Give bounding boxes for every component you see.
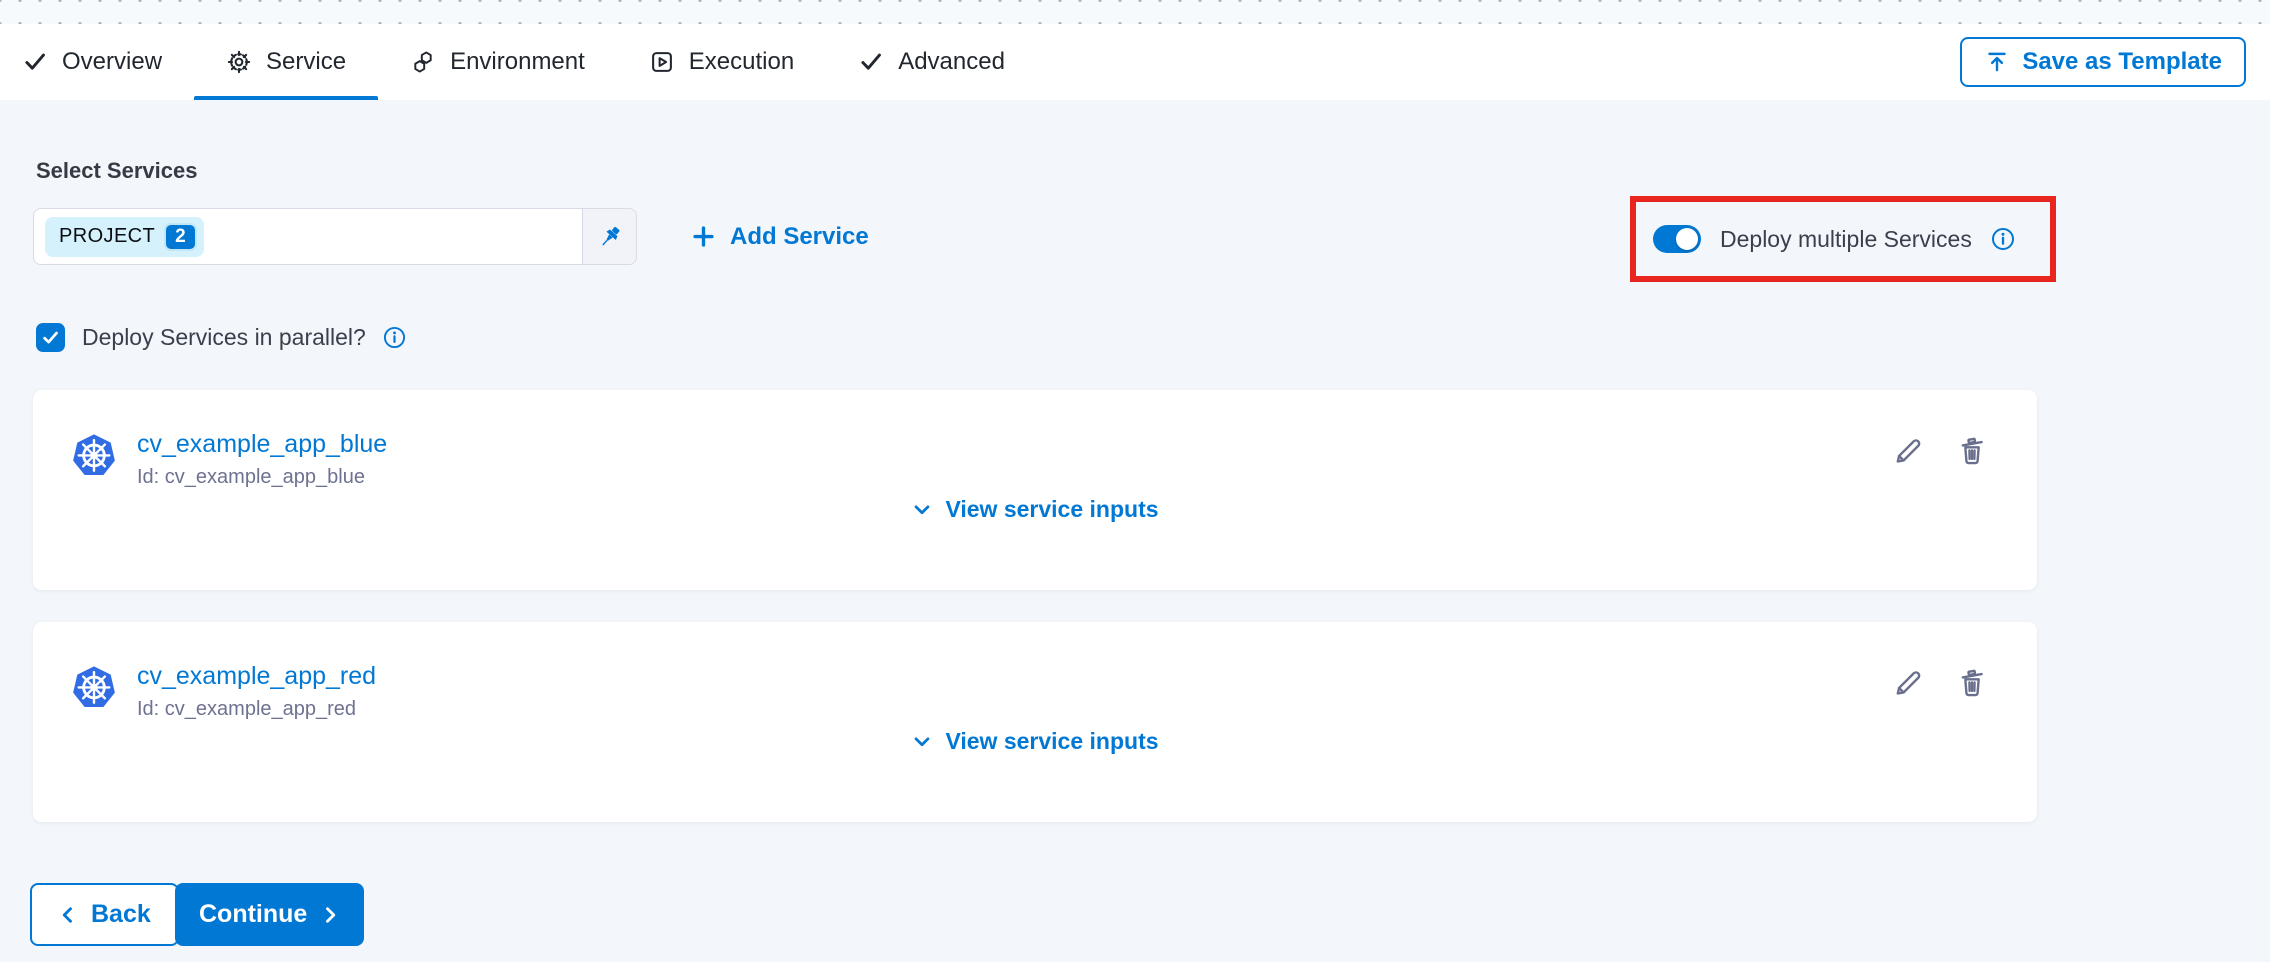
stage-tabbar: Overview Service Environment (0, 24, 2270, 100)
project-chip-label: PROJECT (59, 225, 155, 248)
kubernetes-icon (71, 432, 117, 480)
back-button[interactable]: Back (30, 883, 179, 946)
service-card-actions (1891, 434, 1989, 468)
panel-bottom-edge (0, 962, 2270, 974)
add-service-label: Add Service (730, 223, 869, 251)
deploy-parallel-checkbox[interactable] (36, 323, 65, 352)
view-service-inputs-toggle[interactable]: View service inputs (33, 728, 2037, 755)
chevron-down-icon (911, 499, 933, 521)
chevron-left-icon (58, 905, 78, 925)
delete-icon[interactable] (1955, 666, 1989, 700)
edit-icon[interactable] (1891, 434, 1925, 468)
chevron-right-icon (320, 905, 340, 925)
check-icon (858, 49, 884, 75)
pin-icon (596, 223, 624, 251)
pin-selection-button[interactable] (582, 209, 636, 264)
selected-services-chips: PROJECT 2 (34, 217, 582, 257)
save-as-template-label: Save as Template (2022, 48, 2222, 76)
add-service-button[interactable]: Add Service (690, 208, 869, 265)
info-icon[interactable] (1991, 227, 2015, 251)
service-id-text: Id: cv_example_app_red (137, 698, 376, 721)
chevron-down-icon (911, 731, 933, 753)
tab-overview[interactable]: Overview (22, 24, 194, 100)
services-multiselect-input[interactable]: PROJECT 2 (33, 208, 637, 265)
tab-service[interactable]: Service (194, 24, 378, 100)
deploy-parallel-label: Deploy Services in parallel? (82, 324, 366, 351)
continue-button[interactable]: Continue (175, 883, 364, 946)
pipeline-canvas-strip (0, 0, 2270, 24)
deploy-parallel-row: Deploy Services in parallel? (36, 320, 406, 354)
edit-icon[interactable] (1891, 666, 1925, 700)
service-name-link[interactable]: cv_example_app_red (137, 662, 376, 691)
service-name-link[interactable]: cv_example_app_blue (137, 430, 387, 459)
tab-label: Advanced (898, 48, 1005, 76)
plus-icon (690, 223, 717, 250)
tab-advanced[interactable]: Advanced (826, 24, 1037, 100)
tab-execution[interactable]: Execution (617, 24, 826, 100)
deploy-multiple-services-highlight: Deploy multiple Services (1630, 196, 2056, 282)
select-services-label: Select Services (36, 158, 197, 184)
service-card: cv_example_app_blue Id: cv_example_app_b… (33, 390, 2037, 590)
project-chip-count-badge: 2 (164, 223, 197, 251)
service-card: cv_example_app_red Id: cv_example_app_re… (33, 622, 2037, 822)
upload-icon (1984, 49, 2010, 75)
gear-icon (226, 49, 252, 75)
service-tab-page: Overview Service Environment (0, 0, 2270, 974)
view-service-inputs-label: View service inputs (945, 728, 1158, 755)
play-square-icon (649, 49, 675, 75)
project-chip[interactable]: PROJECT 2 (45, 217, 204, 257)
service-name-block: cv_example_app_blue Id: cv_example_app_b… (137, 430, 387, 489)
info-icon[interactable] (383, 326, 406, 349)
delete-icon[interactable] (1955, 434, 1989, 468)
tab-environment[interactable]: Environment (378, 24, 617, 100)
service-name-block: cv_example_app_red Id: cv_example_app_re… (137, 662, 376, 721)
tab-label: Execution (689, 48, 794, 76)
hexagons-icon (410, 49, 436, 75)
kubernetes-icon (71, 664, 117, 712)
view-service-inputs-toggle[interactable]: View service inputs (33, 496, 2037, 523)
toggle-knob (1676, 228, 1698, 250)
service-id-text: Id: cv_example_app_blue (137, 466, 387, 489)
deploy-multiple-services-toggle[interactable] (1653, 225, 1701, 253)
tab-label: Overview (62, 48, 162, 76)
back-label: Back (91, 900, 151, 929)
deploy-multiple-services-label: Deploy multiple Services (1720, 226, 1972, 253)
save-as-template-button[interactable]: Save as Template (1960, 37, 2246, 87)
service-card-actions (1891, 666, 1989, 700)
view-service-inputs-label: View service inputs (945, 496, 1158, 523)
service-identity: cv_example_app_blue Id: cv_example_app_b… (71, 430, 387, 489)
tab-label: Environment (450, 48, 585, 76)
continue-label: Continue (199, 900, 307, 929)
check-icon (22, 49, 48, 75)
service-identity: cv_example_app_red Id: cv_example_app_re… (71, 662, 376, 721)
tab-label: Service (266, 48, 346, 76)
